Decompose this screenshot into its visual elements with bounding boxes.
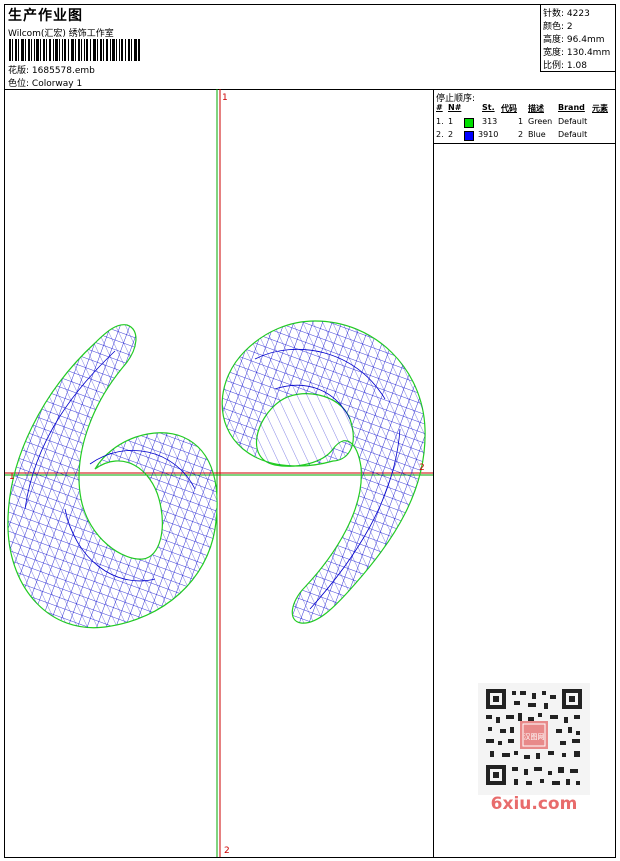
table-divider <box>434 143 616 144</box>
stat-value: 4223 <box>566 9 590 19</box>
design-canvas: 1 2 1 2 <box>5 89 433 857</box>
file-name-line: 花版: 1685578.emb <box>8 63 95 76</box>
stat-value: 96.4mm <box>566 35 605 45</box>
stat-label: 颜色: <box>543 22 565 32</box>
col-code: 代码 <box>501 104 517 113</box>
colorway-label: 色位: <box>8 79 30 89</box>
stat-label: 比例: <box>543 61 565 71</box>
stat-scale: 比例: 1.08 <box>543 58 587 71</box>
row-desc: Green <box>528 117 553 126</box>
barcode <box>9 39 140 61</box>
axis-label-left: 1 <box>9 472 15 482</box>
production-sheet: 生产作业图 Wilcom(汇宏) 绣饰工作室 花版: 1685578.emb 色… <box>4 4 616 858</box>
stat-label: 宽度: <box>543 48 565 58</box>
seal-text: 汉图网 <box>524 733 545 741</box>
stat-value: 130.4mm <box>566 48 611 58</box>
row-num: 1. <box>436 117 444 126</box>
file-value: 1685578.emb <box>31 66 95 76</box>
watermark: 汉图网 6xiu.com <box>478 683 590 814</box>
stat-width: 宽度: 130.4mm <box>543 45 610 58</box>
axis-label-right: 2 <box>419 463 425 473</box>
row-brand: Default <box>558 117 588 126</box>
file-label: 花版: <box>8 66 30 76</box>
embroidery-preview: 1 2 1 2 <box>5 89 433 857</box>
qr-code-icon: 汉图网 6xiu.com <box>478 683 590 814</box>
stat-colors: 颜色: 2 <box>543 19 573 32</box>
colorway-value: Colorway 1 <box>31 79 83 89</box>
row-stitches: 3910 <box>478 130 499 139</box>
sheet-header: 生产作业图 Wilcom(汇宏) 绣饰工作室 花版: 1685578.emb 色… <box>5 5 616 90</box>
row-brand: Default <box>558 130 588 139</box>
axis-label-bottom: 2 <box>224 846 230 856</box>
stat-value: 2 <box>566 22 573 32</box>
digit-nine-shape <box>221 320 426 624</box>
row-code: 1 <box>518 117 524 126</box>
row-stitches: 313 <box>482 117 498 126</box>
stat-value: 1.08 <box>566 61 587 71</box>
sheet-title: 生产作业图 <box>8 8 83 24</box>
stat-height: 高度: 96.4mm <box>543 32 605 45</box>
row-needle: 1 <box>448 117 454 126</box>
design-stats: 针数: 4223 颜色: 2 高度: 96.4mm 宽度: 130.4mm 比例… <box>540 5 616 72</box>
stop-sequence-panel: 停止顺序: # N# St. 代码 描述 Brand 元素 1. 1 313 1… <box>433 89 616 857</box>
table-row: 2. 2 3910 2 Blue Default <box>434 130 616 142</box>
col-desc: 描述 <box>528 104 544 113</box>
colorway-line: 色位: Colorway 1 <box>8 76 82 89</box>
color-swatch-green <box>464 118 474 128</box>
col-num: # <box>436 103 443 112</box>
stat-label: 高度: <box>543 35 565 45</box>
axis-label-top: 1 <box>222 93 228 103</box>
color-swatch-blue <box>464 131 474 141</box>
col-needle: N# <box>448 103 462 112</box>
row-needle: 2 <box>448 130 454 139</box>
row-code: 2 <box>518 130 524 139</box>
stat-label: 针数: <box>543 9 565 19</box>
row-num: 2. <box>436 130 444 139</box>
studio-name: Wilcom(汇宏) 绣饰工作室 <box>8 29 114 39</box>
table-row: 1. 1 313 1 Green Default <box>434 117 616 129</box>
col-stitches: St. <box>482 103 495 112</box>
col-brand: Brand <box>558 103 585 112</box>
col-element: 元素 <box>592 104 608 113</box>
row-desc: Blue <box>528 130 546 139</box>
stop-sequence-header: # N# St. 代码 描述 Brand 元素 <box>434 103 616 115</box>
stat-stitches: 针数: 4223 <box>543 6 590 19</box>
watermark-site: 6xiu.com <box>491 794 578 813</box>
digit-six-shape <box>7 324 218 629</box>
